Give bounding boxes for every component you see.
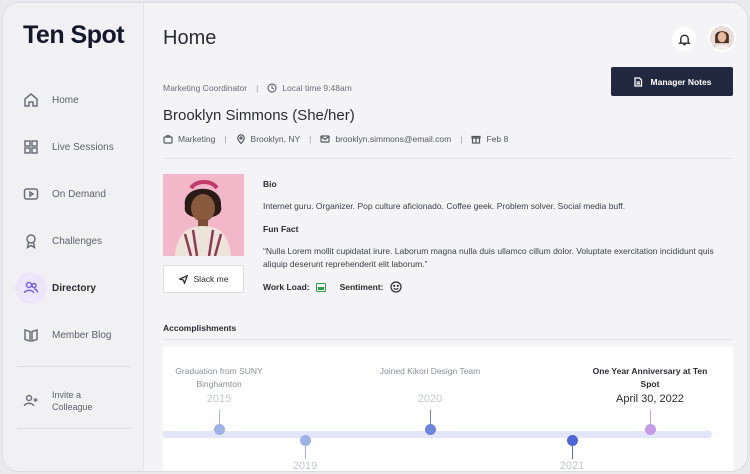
birthday: Feb 8 [486,134,509,144]
separator: | [256,83,259,93]
divider [163,158,733,159]
fun-fact-heading: Fun Fact [263,224,299,234]
sidebar-item-member-blog[interactable]: Member Blog [3,317,144,353]
slack-me-button[interactable]: Slack me [163,265,244,293]
users-icon [15,272,47,304]
clock-icon [267,83,277,93]
smile-icon [389,281,402,293]
timeline-dot[interactable] [425,424,436,435]
app-window: Ten Spot Home Live Sessions On Demand Ch… [3,3,747,471]
separator: | [460,134,463,144]
divider [163,339,733,340]
briefcase-icon [163,135,173,144]
main-content: Home Marketing Coordinator | Local time … [144,3,747,471]
notifications-button[interactable] [672,27,696,51]
separator: | [309,134,312,144]
sidebar-item-label: Live Sessions [52,141,114,153]
timeline-event-year: 2021 [559,460,585,471]
timeline-event-year: 2020 [417,393,443,405]
timeline-stem [305,445,306,459]
timeline-event-year: April 30, 2022 [616,393,684,405]
invite-colleague-label: Invite a Colleague [52,390,93,412]
department: Marketing [178,134,216,144]
sidebar-item-label: Directory [52,282,96,294]
sidebar-divider [17,428,131,429]
sidebar-item-home[interactable]: Home [3,82,144,118]
app-logo: Ten Spot [23,21,125,49]
timeline-event-title: Graduation from SUNY Binghamton [175,366,263,389]
timeline-dot[interactable] [645,424,656,435]
timeline-arrow [707,429,713,439]
timeline-event-title: Joined Kikori Design Team [379,366,481,376]
invite-colleague-button[interactable]: Invite a Colleague [3,383,144,419]
sentiment-label: Sentiment: [339,282,384,292]
grid-icon [22,138,40,156]
workload-label: Work Load: [263,282,310,292]
sidebar-item-label: On Demand [52,188,106,200]
profile-meta: Marketing Coordinator | Local time 9:48a… [163,83,352,93]
battery-icon [315,282,326,292]
sidebar-item-on-demand[interactable]: On Demand [3,176,144,212]
timeline-event-year: 2015 [206,393,232,405]
slack-me-label: Slack me [193,274,229,284]
award-icon [22,232,40,250]
document-icon [633,76,642,87]
sidebar: Ten Spot Home Live Sessions On Demand Ch… [3,3,144,471]
manager-notes-label: Manager Notes [650,76,712,87]
book-icon [22,326,40,344]
sidebar-item-challenges[interactable]: Challenges [3,223,144,259]
timeline-stem [572,445,573,459]
local-time: Local time 9:48am [282,83,352,93]
timeline-event-title: One Year Anniversary at Ten Spot [592,366,708,389]
add-user-icon [22,392,40,410]
send-icon [178,274,188,284]
bio-text: Internet guru. Organizer. Pop culture af… [263,201,626,211]
fun-fact-text: “Nulla Lorem mollit cupidatat irure. Lab… [263,246,714,269]
play-icon [22,185,40,203]
email-link[interactable]: brooklyn.simmons@email.com [335,134,451,144]
timeline-event-year: 2019 [292,460,318,471]
sidebar-item-label: Member Blog [52,329,112,341]
manager-notes-button[interactable]: Manager Notes [611,67,733,96]
sidebar-item-directory[interactable]: Directory [3,270,144,306]
job-role: Marketing Coordinator [163,83,248,93]
timeline-dot[interactable] [214,424,225,435]
bell-icon [677,34,691,45]
workload-sentiment: Work Load: Sentiment: [263,281,402,293]
page-title: Home [163,27,217,49]
separator: | [224,134,227,144]
user-avatar[interactable] [708,24,736,52]
home-icon [22,91,40,109]
gift-icon [471,135,482,144]
bio-heading: Bio [263,179,277,189]
profile-info: Marketing | Brooklyn, NY | brooklyn.simm… [163,134,508,144]
accomplishments-heading: Accomplishments [163,323,237,333]
accomplishments-timeline: Graduation from SUNY Binghamton 2015 201… [163,347,733,471]
employee-name: Brooklyn Simmons (She/her) [163,107,355,124]
sidebar-item-label: Home [52,94,79,106]
sidebar-divider [17,366,131,367]
sidebar-item-label: Challenges [52,235,103,247]
profile-photo [163,174,244,256]
timeline-track [163,431,711,438]
location-pin-icon [236,134,245,144]
location: Brooklyn, NY [250,134,301,144]
sidebar-item-live-sessions[interactable]: Live Sessions [3,129,144,165]
mail-icon [320,135,330,143]
